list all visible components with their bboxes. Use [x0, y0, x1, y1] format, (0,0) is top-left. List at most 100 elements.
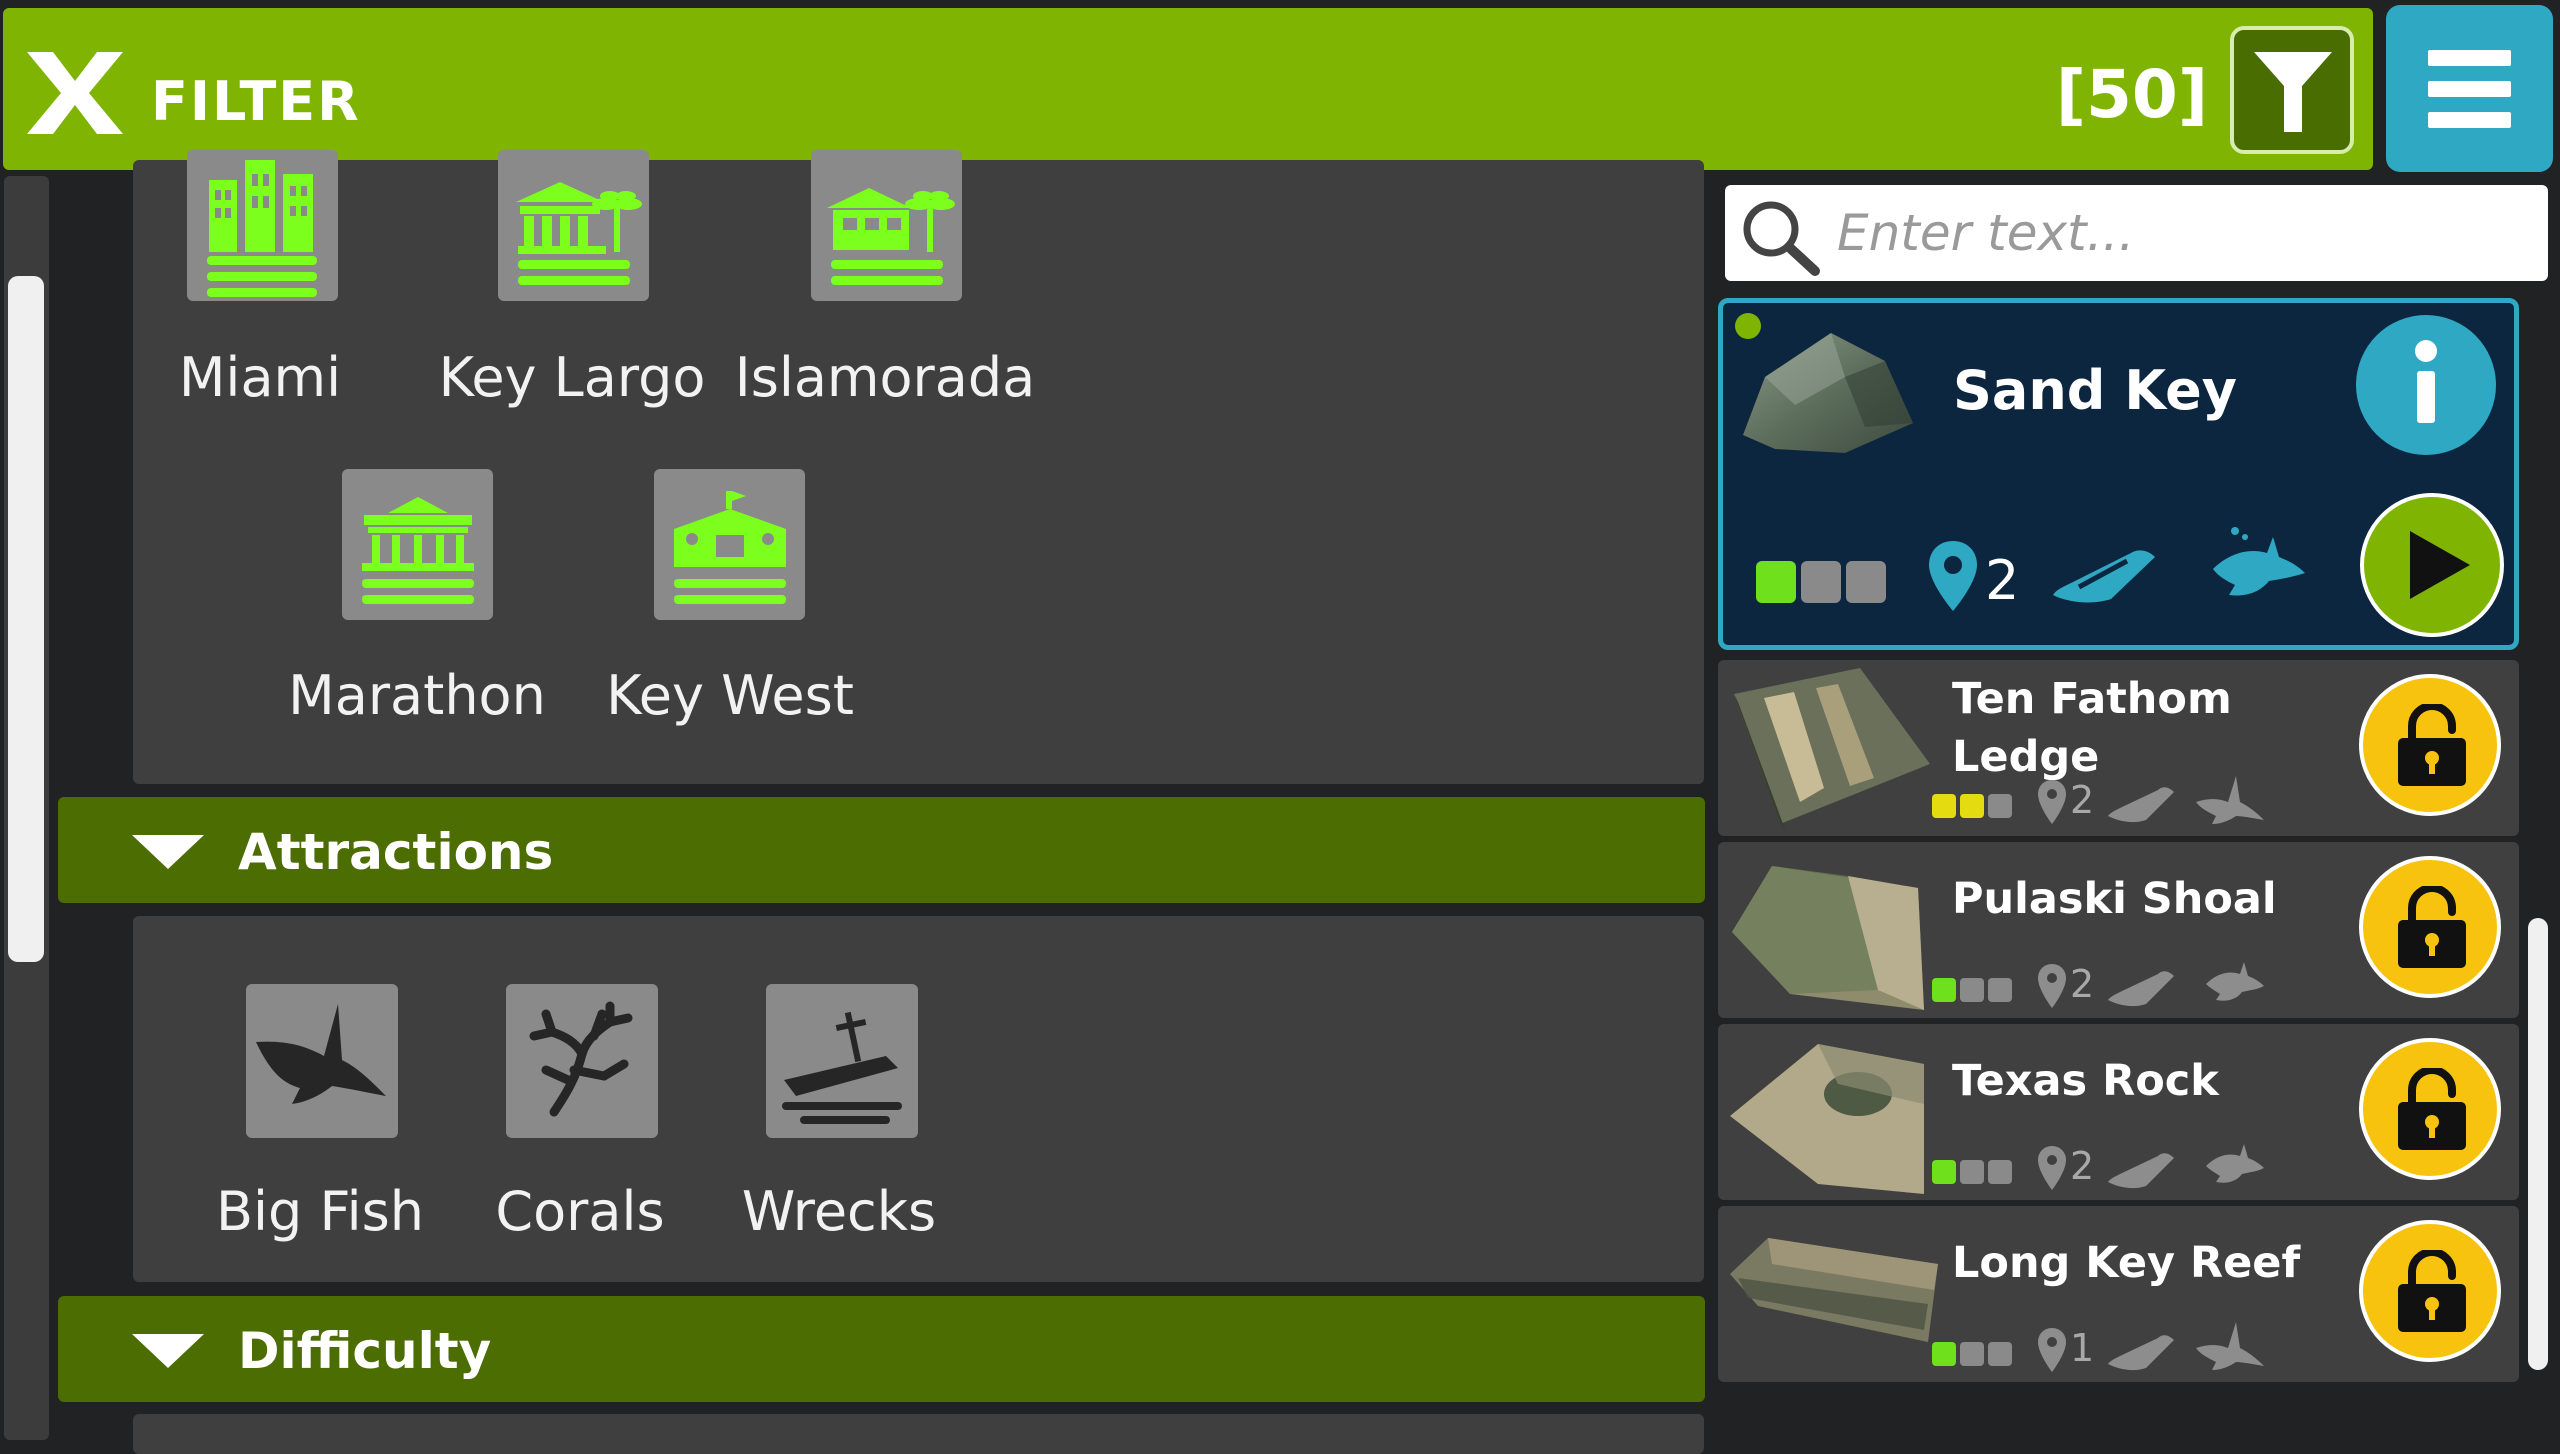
play-icon: [2410, 531, 2470, 599]
boat-icon: [2108, 787, 2174, 823]
shark-icon: [2196, 1322, 2264, 1370]
location-label-key-west: Key West: [606, 664, 854, 727]
site-name: Long Key Reef: [1952, 1238, 2301, 1288]
search-icon: [1743, 201, 1820, 276]
dive-count: 2: [2070, 962, 2095, 1006]
location-tile-marathon[interactable]: [342, 469, 493, 620]
site-name: Pulaski Shoal: [1952, 874, 2277, 924]
unlock-icon: [2398, 1250, 2466, 1332]
unlock-icon: [2398, 1068, 2466, 1150]
difficulty-header-label: Difficulty: [238, 1322, 492, 1380]
location-pin-icon: [1929, 541, 1977, 611]
location-pin-icon: [2038, 1328, 2066, 1372]
hamburger-bar: [2428, 112, 2511, 128]
site-thumbnail: [1732, 866, 1924, 1010]
difficulty-level-2: [1801, 561, 1841, 603]
dive-count: 2: [2070, 778, 2095, 822]
site-card-pulaski-shoal[interactable]: Pulaski Shoal 2: [1718, 842, 2519, 1018]
unlock-button[interactable]: [2359, 1220, 2501, 1362]
attractions-header-label: Attractions: [238, 823, 554, 881]
unlock-button[interactable]: [2359, 856, 2501, 998]
location-pin-icon: [2038, 780, 2066, 824]
building-palm-water-icon: [516, 182, 642, 285]
menu-button[interactable]: [2386, 5, 2553, 172]
hamburger-bar: [2428, 81, 2511, 97]
fish-icon: [2213, 527, 2305, 596]
site-card-long-key-reef[interactable]: Long Key Reef 1: [1718, 1206, 2519, 1382]
search-input[interactable]: [1835, 199, 2529, 267]
location-tile-key-west[interactable]: [654, 469, 805, 620]
site-thumbnail: [1734, 668, 1930, 832]
shipwreck-icon: [782, 1011, 902, 1124]
boat-icon: [2108, 1335, 2174, 1371]
site-card-sand-key[interactable]: Sand Key 2: [1718, 298, 2519, 650]
search-box[interactable]: [1725, 185, 2548, 281]
collapse-triangle-icon: [132, 835, 204, 869]
difficulty-level-1: [1932, 978, 1956, 1002]
unlock-button[interactable]: [2359, 674, 2501, 816]
page-title: FILTER: [151, 70, 361, 133]
site-thumbnail: [1730, 1238, 1938, 1342]
unlock-icon: [2398, 886, 2466, 968]
city-water-icon: [207, 160, 317, 297]
dive-count: 1: [2070, 1326, 2095, 1370]
boat-icon: [2108, 1153, 2174, 1189]
filter-button[interactable]: [2230, 26, 2354, 154]
difficulty-panel: [133, 1414, 1704, 1454]
play-button[interactable]: [2360, 493, 2504, 637]
result-count: [50]: [2055, 56, 2208, 133]
shark-icon: [2196, 776, 2264, 824]
shark-icon: [256, 1004, 386, 1104]
attraction-tile-big-fish[interactable]: [246, 984, 398, 1138]
house-palm-water-icon: [827, 188, 955, 285]
site-name: Sand Key: [1953, 359, 2237, 422]
location-label-miami: Miami: [178, 346, 342, 409]
location-tile-key-largo[interactable]: [498, 150, 649, 301]
filter-scrollbar-thumb[interactable]: [8, 276, 44, 962]
fish-icon: [2206, 1144, 2264, 1183]
close-icon[interactable]: [25, 48, 125, 138]
attraction-tile-corals[interactable]: [506, 984, 658, 1138]
coral-icon: [529, 1001, 633, 1117]
difficulty-level-2: [1960, 1160, 1984, 1184]
attraction-tile-wrecks[interactable]: [766, 984, 918, 1138]
location-label-marathon: Marathon: [288, 664, 546, 727]
difficulty-level-1: [1932, 1160, 1956, 1184]
collapse-triangle-icon: [132, 1334, 204, 1368]
location-tile-islamorada[interactable]: [811, 150, 962, 301]
site-list-scrollbar-thumb[interactable]: [2528, 918, 2548, 1370]
difficulty-section-header[interactable]: Difficulty: [58, 1296, 1705, 1402]
attraction-label-wrecks: Wrecks: [741, 1180, 937, 1243]
dive-count: 2: [2070, 1144, 2095, 1188]
hamburger-icon: [2428, 50, 2511, 66]
location-label-key-largo: Key Largo: [438, 346, 706, 409]
difficulty-level-1: [1932, 794, 1956, 818]
fort-water-icon: [674, 491, 786, 604]
site-card-texas-rock[interactable]: Texas Rock 2: [1718, 1024, 2519, 1200]
site-name: Texas Rock: [1952, 1056, 2219, 1106]
info-button[interactable]: [2356, 315, 2496, 455]
difficulty-level-3: [1988, 978, 2012, 1002]
location-pin-icon: [2038, 1146, 2066, 1190]
funnel-icon: [2254, 52, 2332, 132]
info-icon: [2415, 340, 2437, 423]
attractions-section-header[interactable]: Attractions: [58, 797, 1705, 903]
site-card-ten-fathom-ledge[interactable]: Ten Fathom Ledge 2: [1718, 660, 2519, 836]
difficulty-level-3: [1988, 1342, 2012, 1366]
fish-icon: [2206, 962, 2264, 1001]
dive-count: 2: [1985, 549, 2020, 612]
difficulty-level-1: [1932, 1342, 1956, 1366]
difficulty-level-2: [1960, 978, 1984, 1002]
difficulty-level-1: [1756, 561, 1796, 603]
unlock-button[interactable]: [2359, 1038, 2501, 1180]
location-pin-icon: [2038, 964, 2066, 1008]
location-label-islamorada: Islamorada: [734, 346, 1036, 409]
site-thumbnail: [1743, 333, 1913, 453]
boat-icon: [2108, 971, 2174, 1007]
difficulty-level-3: [1988, 794, 2012, 818]
site-thumbnail: [1730, 1044, 1924, 1194]
site-name: Ten Fathom Ledge: [1952, 674, 2232, 782]
boat-icon: [2053, 550, 2155, 603]
difficulty-level-3: [1846, 561, 1886, 603]
location-tile-miami[interactable]: [187, 150, 338, 301]
